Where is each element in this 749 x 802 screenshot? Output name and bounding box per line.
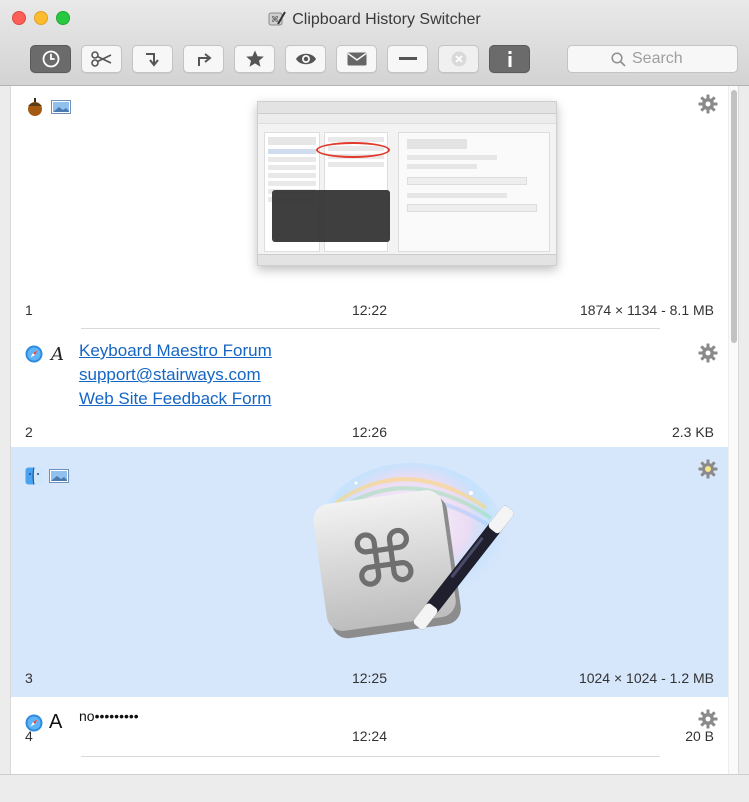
rich-text-content: Keyboard Maestro Forum support@stairways… [79, 339, 272, 411]
scissors-icon [90, 51, 111, 67]
gear-icon[interactable] [698, 459, 718, 479]
svg-text:⌘: ⌘ [343, 513, 426, 606]
redo-arrow-icon [197, 53, 212, 66]
clock-icon [42, 50, 59, 68]
gear-icon[interactable] [698, 709, 718, 729]
remove-button[interactable] [387, 45, 428, 73]
image-thumbnail [257, 101, 557, 266]
star-icon [245, 50, 264, 67]
paste-arrow-icon [145, 53, 159, 67]
title-bar: ⌘ Clipboard History Switcher [0, 0, 749, 86]
concealed-text: no••••••••• [79, 708, 139, 724]
paste-button[interactable] [132, 45, 173, 73]
image-type-icon [51, 100, 71, 114]
text-link[interactable]: Web Site Feedback Form [79, 387, 272, 411]
acorn-icon [28, 98, 42, 116]
clipboard-item[interactable]: 1 12:22 1874 × 1134 - 8.1 MB [11, 86, 730, 329]
image-type-icon [49, 469, 69, 483]
safari-icon [25, 345, 43, 363]
info-button[interactable] [489, 45, 530, 73]
magnifier-icon [611, 51, 626, 67]
item-time: 12:26 [351, 424, 388, 440]
clipboard-list[interactable]: 1 12:22 1874 × 1134 - 8.1 MB A Keyboard … [10, 86, 739, 774]
history-button[interactable] [30, 45, 71, 73]
rich-text-icon: A [49, 344, 64, 364]
finder-icon [25, 467, 43, 485]
preview-button[interactable] [285, 45, 326, 73]
close-x-icon [451, 51, 466, 67]
email-button[interactable] [336, 45, 377, 73]
search-field[interactable] [567, 45, 738, 73]
gear-icon[interactable] [698, 343, 718, 363]
clipboard-item[interactable]: A no••••••••• 4 12:24 20 B [11, 697, 730, 767]
text-link[interactable]: support@stairways.com [79, 363, 272, 387]
redo-button[interactable] [183, 45, 224, 73]
keyboard-maestro-image: ⌘ [313, 463, 514, 639]
item-time: 12:25 [351, 670, 388, 686]
cut-button[interactable] [81, 45, 122, 73]
clipboard-item[interactable]: A Keyboard Maestro Forum support@stairwa… [11, 329, 730, 446]
search-input[interactable] [632, 50, 694, 68]
clipboard-app-icon: ⌘ [268, 10, 287, 26]
envelope-icon [347, 52, 366, 66]
minus-icon [398, 57, 417, 60]
text-link[interactable]: Keyboard Maestro Forum [79, 339, 272, 363]
item-time: 12:22 [351, 302, 388, 318]
window-title: ⌘ Clipboard History Switcher [0, 10, 749, 29]
info-icon [508, 51, 511, 67]
scrollbar-thumb[interactable] [731, 90, 737, 343]
favorite-button[interactable] [234, 45, 275, 73]
clear-button[interactable] [438, 45, 479, 73]
window-title-text: Clipboard History Switcher [292, 11, 481, 28]
vertical-scrollbar[interactable] [728, 86, 738, 774]
svg-text:A: A [49, 344, 64, 364]
item-time: 12:24 [351, 728, 388, 744]
eye-icon [295, 53, 316, 65]
window-footer [0, 774, 749, 802]
toolbar [30, 45, 530, 73]
gear-icon[interactable] [698, 94, 718, 114]
clipboard-item-selected[interactable]: ⌘ 3 12:25 1024 × 1024 - 1.2 MB [11, 447, 730, 697]
